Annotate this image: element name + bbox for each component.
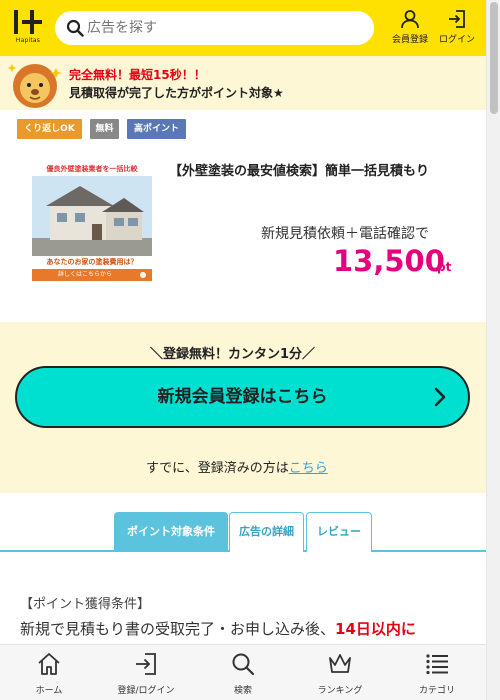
nav-login[interactable]: 登録/ログイン — [98, 651, 194, 699]
hapitas-logo[interactable]: Hapitas — [12, 8, 44, 48]
point-unit: pt — [437, 260, 452, 274]
tab-ad-details[interactable]: 広告の詳細 — [229, 512, 304, 552]
tag-high-point: 高ポイント — [127, 119, 186, 139]
conditions-highlight: 14日以内に — [335, 620, 416, 638]
conditions-body: 新規で見積もり書の受取完了・お申し込み後、 — [20, 620, 336, 638]
login-icon — [136, 653, 156, 675]
house-photo — [32, 176, 152, 256]
new-member-register-button[interactable]: 新規会員登録はこちら — [15, 366, 470, 428]
nav-search[interactable]: 検索 — [195, 651, 291, 699]
home-icon — [38, 653, 60, 675]
nav-home[interactable]: ホーム — [1, 651, 97, 699]
search-icon — [66, 19, 84, 37]
nav-category[interactable]: カテゴリ — [389, 651, 485, 699]
login-button[interactable]: ログイン — [435, 9, 479, 49]
nav-home-label: ホーム — [35, 686, 63, 696]
already-registered-label: すでに、登録済みの方は — [146, 461, 289, 476]
login-label: ログイン — [438, 35, 475, 45]
nav-ranking-label: ランキング — [317, 686, 363, 696]
login-icon — [449, 10, 465, 28]
conditions-label: 【ポイント獲得条件】 — [20, 597, 151, 612]
promo-banner: 完全無料！最短15秒！！ 見積取得が完了した方がポイント対象★ — [0, 56, 486, 110]
user-icon — [401, 10, 419, 29]
ad-image-subline: あなたのお家の塗装費用は？ — [32, 256, 152, 269]
tag-repeatable: くり返しOK — [17, 119, 82, 139]
point-value: 13,500 — [333, 244, 445, 278]
lion-mascot-icon — [7, 64, 62, 108]
scroll-thumb[interactable] — [490, 2, 498, 114]
tab-reviews[interactable]: レビュー — [306, 512, 372, 552]
tab-bar: ポイント対象条件 広告の詳細 レビュー — [0, 512, 486, 552]
register-label: 会員登録 — [391, 35, 428, 45]
nav-ranking[interactable]: ランキング — [292, 651, 388, 699]
promo-subline: 見積取得が完了した方がポイント対象★ — [69, 86, 284, 100]
arrow-circle-icon — [140, 272, 146, 278]
register-catchphrase: ＼登録無料！カンタン1分／ — [150, 347, 316, 362]
ad-title[interactable]: 【外壁塗装の最安値検索】簡単一括見積もり — [169, 163, 459, 180]
conditions-text: 新規で見積もり書の受取完了・お申し込み後、14日以内に — [20, 618, 416, 639]
logo-text: Hapitas — [15, 37, 41, 44]
already-registered-link[interactable]: こちら — [289, 461, 328, 476]
register-button[interactable]: 会員登録 — [389, 9, 431, 49]
tag-free: 無料 — [90, 119, 119, 139]
already-registered-text: すでに、登録済みの方はこちら — [146, 457, 328, 476]
search-box[interactable] — [55, 11, 374, 45]
search-icon — [232, 653, 255, 676]
bottom-nav: ホーム 登録/ログイン 検索 ランキング カテゴリ — [0, 644, 486, 700]
ad-image[interactable]: 優良外壁塗装業者を一括比較 あなたのお家の塗装費用は？ 詳しくはこちらから — [32, 162, 152, 281]
tab-point-conditions[interactable]: ポイント対象条件 — [114, 512, 228, 552]
ad-image-button[interactable]: 詳しくはこちらから — [32, 269, 152, 281]
nav-login-label: 登録/ログイン — [117, 686, 175, 696]
chevron-right-icon — [434, 387, 446, 407]
header: Hapitas 会員登録 ログイン — [0, 0, 486, 56]
hapitas-logo-icon — [14, 10, 42, 34]
search-input[interactable] — [87, 11, 367, 45]
register-button-label: 新規会員登録はこちら — [157, 387, 328, 407]
promo-headline: 完全無料！最短15秒！！ — [69, 68, 206, 82]
point-condition: 新規見積依頼＋電話確認で — [261, 226, 429, 242]
page-scrollbar[interactable] — [486, 0, 500, 700]
ad-image-headline: 優良外壁塗装業者を一括比較 — [32, 162, 152, 176]
ad-image-button-label: 詳しくはこちらから — [58, 271, 113, 278]
nav-search-label: 検索 — [233, 686, 252, 696]
list-icon — [426, 654, 448, 675]
crown-icon — [329, 654, 351, 673]
nav-category-label: カテゴリ — [418, 686, 455, 696]
